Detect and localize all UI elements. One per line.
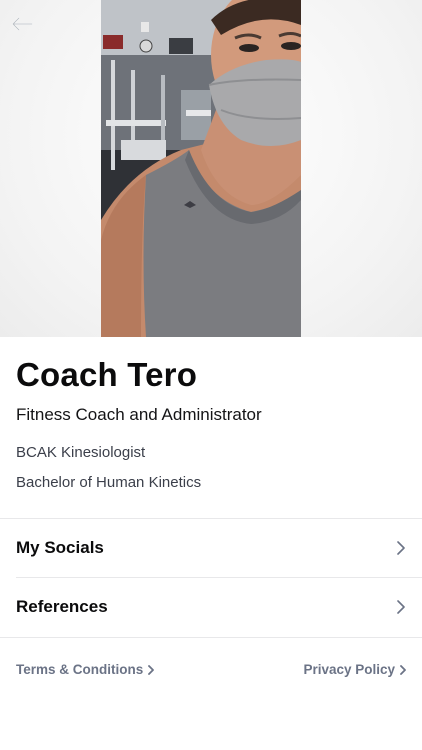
credential-item: BCAK Kinesiologist (16, 444, 146, 461)
arrow-left-icon (12, 17, 33, 31)
profile-photo (101, 0, 301, 337)
terms-conditions-label: Terms & Conditions (16, 662, 144, 677)
profile-hero (0, 0, 422, 337)
chevron-right-icon (400, 664, 406, 675)
references-label: References (16, 597, 108, 616)
terms-conditions-link[interactable]: Terms & Conditions (16, 662, 155, 677)
back-button[interactable] (8, 10, 36, 38)
privacy-policy-label: Privacy Policy (303, 662, 395, 677)
chevron-right-icon (396, 540, 406, 556)
references-row[interactable]: References (0, 578, 422, 636)
my-socials-row[interactable]: My Socials (0, 519, 422, 577)
chevron-right-icon (148, 664, 155, 675)
divider (0, 637, 422, 638)
credential-item: Bachelor of Human Kinetics (16, 474, 202, 491)
my-socials-label: My Socials (16, 538, 104, 557)
privacy-policy-link[interactable]: Privacy Policy (303, 662, 406, 677)
profile-name: Coach Tero (16, 356, 198, 393)
chevron-right-icon (396, 599, 406, 615)
profile-role: Fitness Coach and Administrator (16, 405, 262, 424)
